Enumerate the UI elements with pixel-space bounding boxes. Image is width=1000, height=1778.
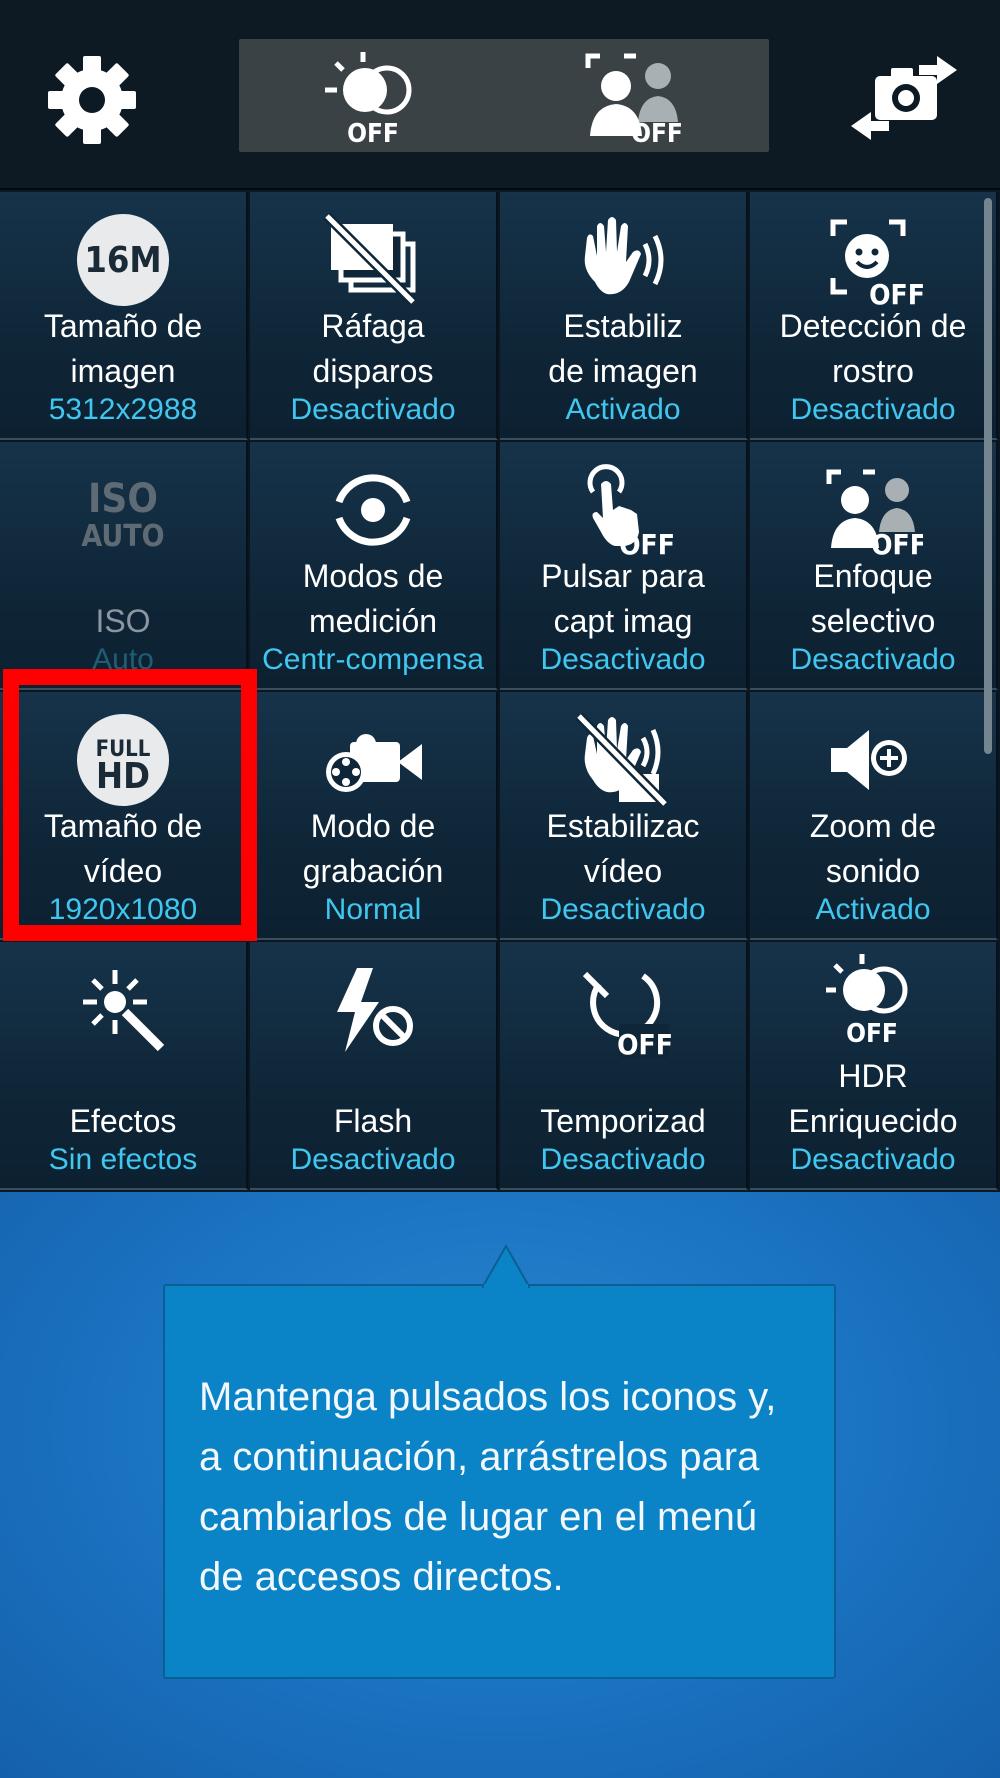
setting-value: Sin efectos: [48, 1143, 198, 1176]
setting-value: Activado: [815, 893, 931, 926]
setting-label: Estabiliz de imagen: [548, 308, 698, 389]
hdr-shortcut-button[interactable]: OFF: [239, 39, 504, 152]
setting-video-size[interactable]: FULL HD Tamaño de vídeo 1920x1080: [0, 692, 248, 940]
burst-shot-off-icon: [250, 210, 496, 310]
selective-focus-off-icon: OFF: [585, 53, 683, 146]
setting-image-size[interactable]: 16M Tamaño de imagen 5312x2988: [0, 192, 248, 440]
setting-iso: ISO AUTO ISO Auto: [0, 442, 248, 690]
setting-selective-focus[interactable]: OFF Enfoque selectivo Desactivado: [750, 442, 998, 690]
hdr-off-icon: OFF: [324, 51, 411, 146]
flash-off-icon: [250, 960, 496, 1060]
full-hd-icon-text-bottom: HD: [96, 756, 150, 797]
switch-camera-icon[interactable]: [845, 48, 965, 148]
settings-gear-icon[interactable]: [40, 48, 144, 152]
image-size-icon-text: 16M: [84, 240, 161, 281]
selective-focus-off-icon: OFF: [750, 460, 996, 560]
setting-label: Estabilizac vídeo: [546, 808, 700, 889]
setting-value: Desactivado: [790, 1143, 956, 1176]
setting-label: Zoom de sonido: [809, 808, 937, 889]
iso-icon-text: ISO: [88, 476, 158, 522]
rich-hdr-off-icon: OFF: [750, 950, 996, 1050]
hdr-off-label: OFF: [347, 119, 399, 146]
help-area: Mantenga pulsados los iconos y, a contin…: [0, 1192, 1000, 1778]
setting-label: Modos de medición: [302, 558, 444, 639]
setting-value: 5312x2988: [48, 393, 198, 426]
setting-flash[interactable]: Flash Desactivado: [250, 942, 498, 1190]
setting-value: Activado: [565, 393, 681, 426]
setting-label: Tamaño de imagen: [43, 308, 203, 389]
setting-value: Desactivado: [540, 643, 706, 676]
recording-mode-icon: [250, 710, 496, 810]
setting-rich-hdr[interactable]: OFF HDR Enriquecido Desactivado: [750, 942, 998, 1190]
iso-auto-icon: ISO AUTO: [0, 460, 246, 560]
setting-label: HDR Enriquecido: [788, 1058, 958, 1139]
setting-label: Modo de grabación: [302, 808, 444, 889]
setting-label: Tamaño de vídeo: [43, 808, 203, 889]
settings-grid: 16M Tamaño de imagen 5312x2988 Ráfaga disp…: [0, 192, 1000, 1190]
setting-label: Enfoque selectivo: [810, 558, 936, 639]
setting-recording-mode[interactable]: Modo de grabación Normal: [250, 692, 498, 940]
setting-label: Flash: [333, 1103, 413, 1139]
video-stabilization-off-icon: [500, 710, 746, 810]
image-size-16m-icon: 16M: [0, 210, 246, 310]
selective-focus-shortcut-button[interactable]: OFF: [504, 39, 769, 152]
setting-label: Temporizad: [540, 1103, 706, 1139]
setting-face-detection[interactable]: OFF Detección de rostro Desactivado: [750, 192, 998, 440]
setting-value: Desactivado: [540, 893, 706, 926]
quick-settings-panel: OFF OFF: [239, 39, 769, 152]
timer-off-icon: OFF: [500, 960, 746, 1060]
setting-image-stabilization[interactable]: Estabiliz de imagen Activado: [500, 192, 748, 440]
setting-label: ISO: [95, 603, 151, 639]
setting-video-stabilization[interactable]: Estabilizac vídeo Desactivado: [500, 692, 748, 940]
image-stabilization-icon: [500, 210, 746, 310]
setting-timer[interactable]: OFF Temporizad Desactivado: [500, 942, 748, 1190]
audio-zoom-icon: [750, 710, 996, 810]
tap-to-capture-off-icon: OFF: [500, 460, 746, 560]
setting-label: Detección de rostro: [779, 308, 967, 389]
help-tooltip-bubble: Mantenga pulsados los iconos y, a contin…: [163, 1244, 836, 1679]
setting-label: Pulsar para capt imag: [541, 558, 705, 639]
setting-value: Desactivado: [540, 1143, 706, 1176]
setting-value: Normal: [324, 893, 422, 926]
setting-value: Desactivado: [790, 643, 956, 676]
tooltip-pointer: [482, 1244, 530, 1288]
metering-modes-icon: [250, 460, 496, 560]
setting-value: Desactivado: [790, 393, 956, 426]
setting-metering-modes[interactable]: Modos de medición Centr-compensa: [250, 442, 498, 690]
setting-value: Desactivado: [290, 1143, 456, 1176]
setting-value: Centr-compensa: [262, 643, 484, 676]
setting-label: Ráfaga disparos: [312, 308, 434, 389]
grid-scrollbar[interactable]: [984, 198, 992, 754]
camera-quick-bar: OFF OFF: [0, 0, 1000, 190]
face-detection-off-icon: OFF: [750, 210, 996, 310]
setting-tap-to-capture[interactable]: OFF Pulsar para capt imag Desactivado: [500, 442, 748, 690]
setting-effects[interactable]: Efectos Sin efectos: [0, 942, 248, 1190]
rich-hdr-off-label: OFF: [846, 1019, 898, 1048]
setting-label: Efectos: [69, 1103, 177, 1139]
selective-focus-off-label: OFF: [631, 119, 683, 146]
setting-value: 1920x1080: [48, 893, 198, 926]
setting-audio-zoom[interactable]: Zoom de sonido Activado: [750, 692, 998, 940]
setting-burst-shot[interactable]: Ráfaga disparos Desactivado: [250, 192, 498, 440]
effects-wand-icon: [0, 960, 246, 1060]
full-hd-icon: FULL HD: [0, 710, 246, 810]
setting-value: Desactivado: [290, 393, 456, 426]
setting-value: Auto: [92, 643, 154, 676]
help-tooltip-text: Mantenga pulsados los iconos y, a contin…: [199, 1375, 777, 1599]
iso-auto-icon-text: AUTO: [81, 519, 164, 554]
